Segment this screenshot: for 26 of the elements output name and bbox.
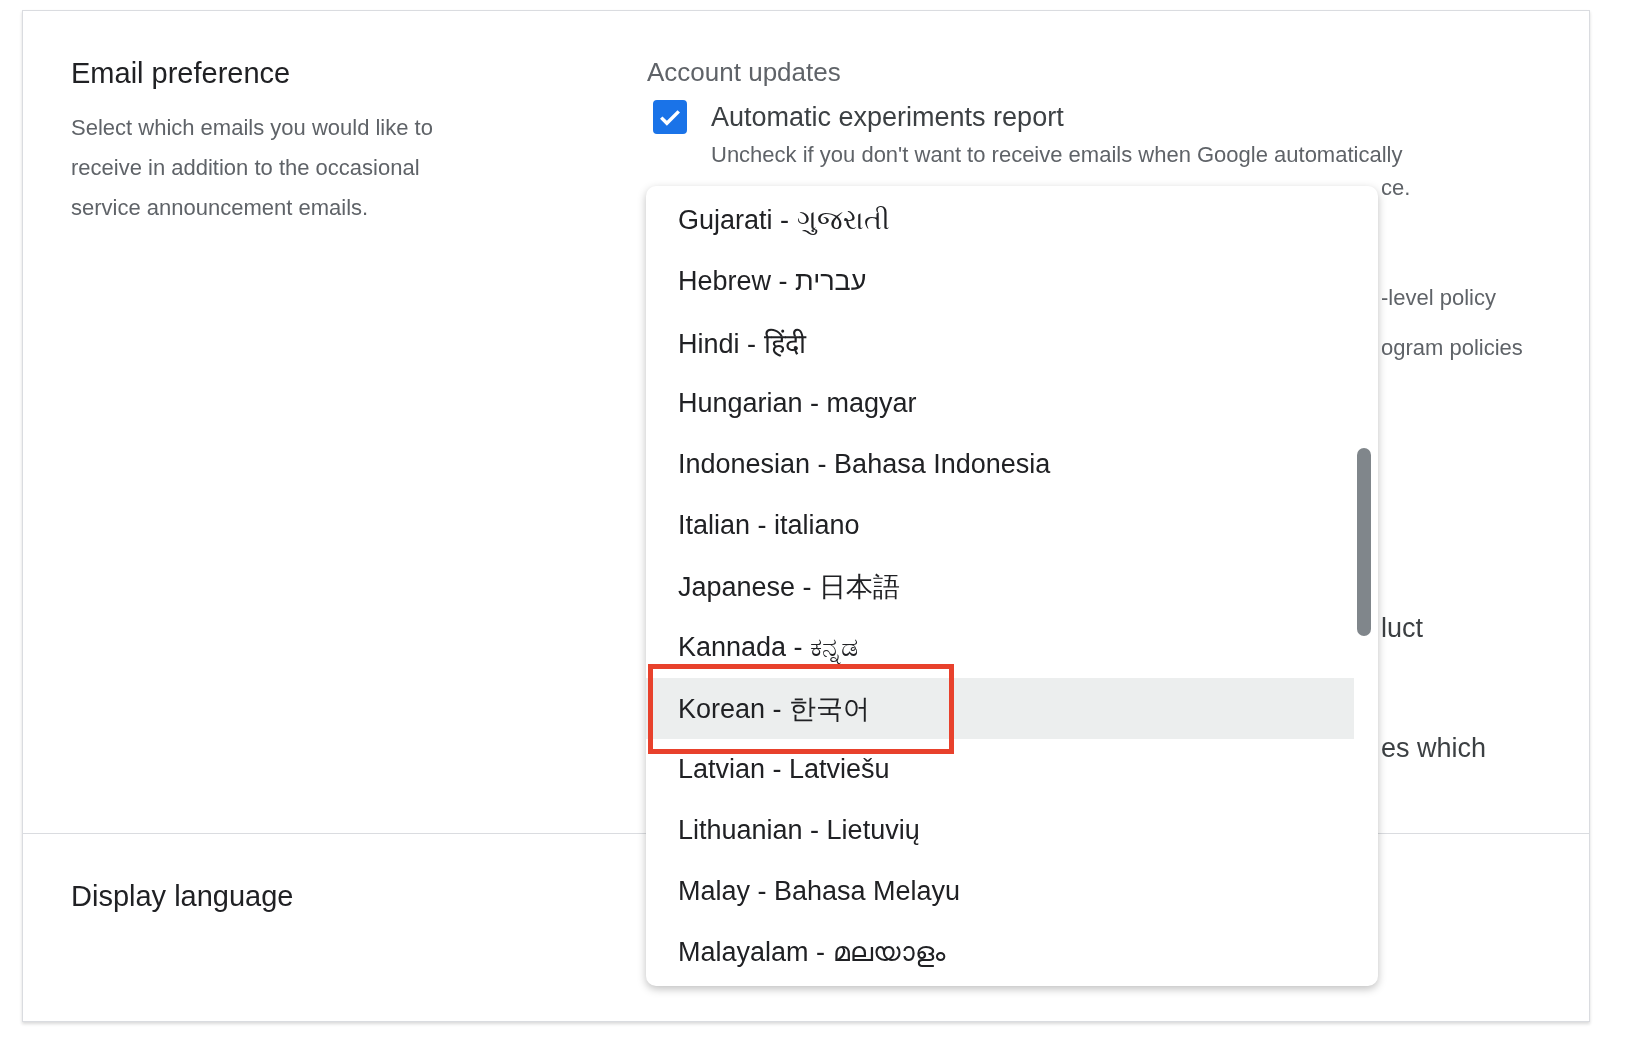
partial-text: es which bbox=[1381, 732, 1488, 765]
partial-text: ogram policies bbox=[1381, 334, 1524, 362]
language-option[interactable]: Malayalam - മലയാളം bbox=[646, 922, 1354, 983]
language-option[interactable]: Korean - 한국어 bbox=[646, 678, 1354, 739]
checkbox-label: Automatic experiments report bbox=[711, 101, 1064, 133]
section-title: Email preference bbox=[71, 57, 292, 90]
scrollbar-thumb[interactable] bbox=[1357, 448, 1371, 636]
language-option[interactable]: Hebrew - עברית bbox=[646, 251, 1354, 312]
group-heading: Account updates bbox=[647, 57, 842, 88]
partial-text: -level policy bbox=[1381, 284, 1497, 312]
language-option[interactable]: Japanese - 日本語 bbox=[646, 556, 1354, 617]
language-option[interactable]: Italian - italiano bbox=[646, 495, 1354, 556]
checkbox[interactable] bbox=[653, 100, 687, 134]
language-option[interactable]: Hungarian - magyar bbox=[646, 373, 1354, 434]
language-option[interactable]: Gujarati - ગુજરાતી bbox=[646, 190, 1354, 251]
language-option[interactable]: Hindi - हिंदी bbox=[646, 312, 1354, 373]
option-description: Uncheck if you don't want to receive emails when Google automatically bbox=[711, 142, 1404, 168]
partial-text: luct bbox=[1381, 612, 1425, 645]
partial-text: ce. bbox=[1381, 174, 1412, 202]
language-option[interactable]: Lithuanian - Lietuvių bbox=[646, 800, 1354, 861]
language-option[interactable]: Indonesian - Bahasa Indonesia bbox=[646, 434, 1354, 495]
language-option[interactable]: Malay - Bahasa Melayu bbox=[646, 861, 1354, 922]
section-description: Select which emails you would like to receive in addition to the occasional service announcement emails. bbox=[71, 114, 434, 222]
language-option[interactable]: Latvian - Latviešu bbox=[646, 739, 1354, 800]
section-title: Display language bbox=[71, 880, 295, 913]
language-option[interactable]: Kannada - ಕನ್ನಡ bbox=[646, 617, 1354, 678]
